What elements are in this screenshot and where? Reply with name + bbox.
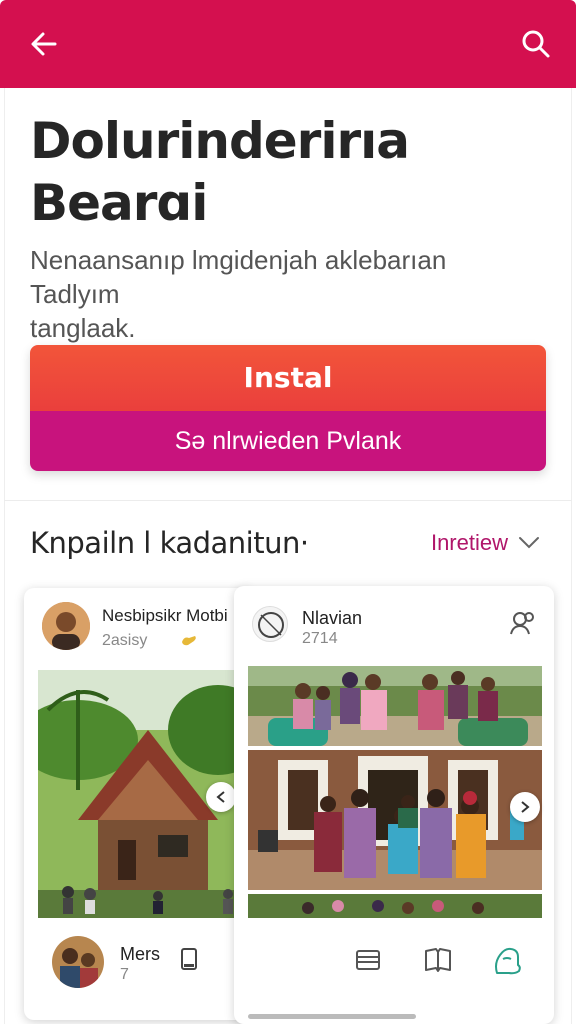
carousel-next-button[interactable] (510, 792, 540, 822)
filter-label: Inretiew (430, 530, 508, 555)
group-photo-top-image (248, 666, 542, 746)
arrow-left-icon (31, 32, 57, 56)
avatar[interactable] (42, 602, 90, 650)
compass-icon (258, 612, 284, 638)
channel-name[interactable]: Nlavian (302, 608, 362, 629)
footer-count: 7 (120, 966, 129, 983)
post-card-right[interactable]: Nlavian 2714 (234, 586, 554, 1024)
book-button[interactable] (420, 942, 456, 978)
avatar-portrait (42, 602, 90, 650)
group-avatar-image (52, 936, 104, 988)
page-subtitle: Nenaansanıp lmgidenjah aklebarıan Tadlyı… (30, 243, 540, 345)
search-icon (522, 30, 550, 58)
post-photo-top[interactable] (248, 666, 542, 746)
chevron-right-icon (521, 801, 530, 813)
book-icon (425, 948, 451, 972)
people-icon (510, 612, 534, 635)
phone-button[interactable] (174, 944, 204, 974)
hand-wave-icon (495, 947, 521, 975)
group-photo-bottom-image (248, 894, 542, 918)
chevron-left-icon (216, 791, 225, 803)
section-filter-dropdown[interactable]: Inretiew (431, 530, 540, 556)
section-divider (4, 500, 572, 501)
list-button[interactable] (350, 942, 386, 978)
group-photo-main-image (248, 750, 542, 890)
footer-name: Mers (120, 944, 160, 964)
channel-meta: 2714 (302, 630, 338, 647)
post-photo-main[interactable] (248, 750, 542, 890)
hand-wave-button[interactable] (488, 940, 528, 980)
post-author-name[interactable]: Nesbipsikr Motbi (102, 606, 228, 626)
post-card-left[interactable]: Nesbipsikr Motbi 2asisy Mers 7 (24, 588, 254, 1020)
post-photo-bottom[interactable] (248, 894, 542, 918)
title-line-1: Dolurinderirıa (30, 112, 410, 170)
scroll-indicator[interactable] (248, 1014, 416, 1019)
install-button[interactable]: Instal (30, 345, 546, 411)
app-header (0, 0, 576, 88)
back-button[interactable] (24, 24, 64, 64)
footer-avatar[interactable] (52, 936, 104, 988)
followers-button[interactable] (506, 606, 540, 640)
hand-icon (180, 632, 198, 653)
section-title: Knpailn l kadanitun· (30, 526, 309, 560)
subtitle-line-2: tanglaak. (30, 313, 136, 343)
phone-icon (181, 948, 197, 970)
carousel-prev-button[interactable] (206, 782, 236, 812)
title-line-2: Bearɑi (30, 174, 208, 232)
post-meta: 2asisy (102, 632, 148, 649)
search-button[interactable] (516, 24, 556, 64)
list-icon (356, 950, 380, 970)
subtitle-line-1: Nenaansanıp lmgidenjah aklebarıan Tadlyı… (30, 245, 447, 309)
chevron-down-icon (519, 537, 539, 549)
cta-group: Instal Sə nlrwieden Pvlank (30, 345, 546, 471)
channel-avatar[interactable] (252, 606, 288, 642)
page-title: Dolurinderirıa Bearɑi (30, 110, 530, 234)
secondary-action-button[interactable]: Sə nlrwieden Pvlank (30, 411, 546, 471)
